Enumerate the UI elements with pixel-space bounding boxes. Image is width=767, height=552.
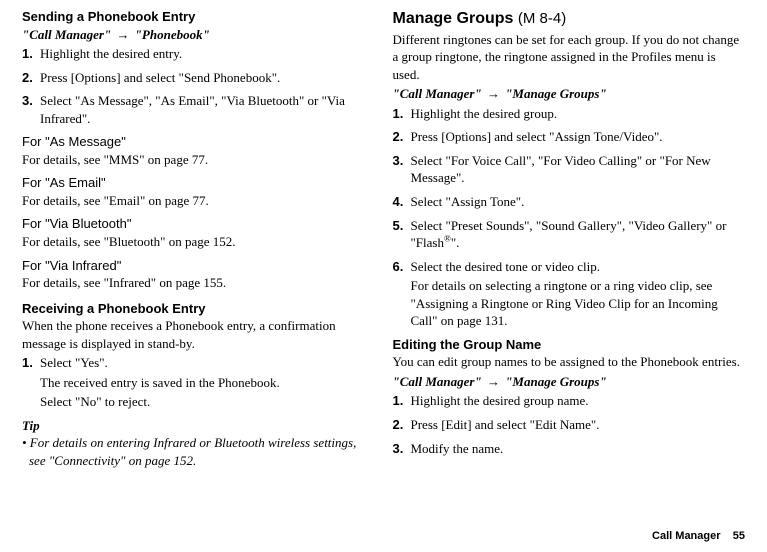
list-item: 5.Select "Preset Sounds", "Sound Gallery… <box>393 217 746 252</box>
list-number: 4. <box>393 193 411 211</box>
list-item: 1.Highlight the desired entry. <box>22 45 375 63</box>
list-text: Select "Yes". The received entry is save… <box>40 354 375 411</box>
subhead-as-email: For "As Email" <box>22 174 375 192</box>
arrow-icon: → <box>482 374 506 389</box>
subhead-via-infrared: For "Via Infrared" <box>22 257 375 275</box>
list-text: Select the desired tone or video clip. F… <box>411 258 746 330</box>
list-item: 3.Select "For Voice Call", "For Video Ca… <box>393 152 746 187</box>
nav-path-manage: "Call Manager" → "Manage Groups" <box>393 85 746 103</box>
list-text-indent: For details on selecting a ringtone or a… <box>411 277 746 330</box>
heading-editing-group: Editing the Group Name <box>393 336 746 354</box>
body-text: For details, see "Infrared" on page 155. <box>22 274 375 292</box>
nav-a: "Call Manager" <box>393 374 482 389</box>
subhead-via-bluetooth: For "Via Bluetooth" <box>22 215 375 233</box>
page-footer: Call Manager 55 <box>652 529 745 544</box>
tip-text: • For details on entering Infrared or Bl… <box>29 434 375 469</box>
list-number: 1. <box>22 45 40 63</box>
list-text-indent: The received entry is saved in the Phone… <box>40 374 375 392</box>
list-text-main: Select the desired tone or video clip. <box>411 259 601 274</box>
list-text: Select "For Voice Call", "For Video Call… <box>411 152 746 187</box>
list-number: 2. <box>393 416 411 434</box>
list-number: 2. <box>393 128 411 146</box>
list-number: 5. <box>393 217 411 235</box>
nav-a: "Call Manager" <box>22 27 111 42</box>
nav-b: "Phonebook" <box>135 27 210 42</box>
list-manage: 1.Highlight the desired group. 2.Press [… <box>393 105 746 330</box>
list-number: 3. <box>22 92 40 110</box>
nav-b: "Manage Groups" <box>505 86 606 101</box>
list-text-indent: Select "No" to reject. <box>40 393 375 411</box>
list-item: 2.Press [Edit] and select "Edit Name". <box>393 416 746 434</box>
list-text: Select "Preset Sounds", "Sound Gallery",… <box>411 217 746 252</box>
body-text: You can edit group names to be assigned … <box>393 353 746 371</box>
list-item: 3.Modify the name. <box>393 440 746 458</box>
list-item: 2.Press [Options] and select "Send Phone… <box>22 69 375 87</box>
arrow-icon: → <box>482 86 506 101</box>
list-text: Press [Edit] and select "Edit Name". <box>411 416 746 434</box>
list-text: Modify the name. <box>411 440 746 458</box>
list-number: 2. <box>22 69 40 87</box>
subhead-as-message: For "As Message" <box>22 133 375 151</box>
nav-b: "Manage Groups" <box>505 374 606 389</box>
list-text: Press [Options] and select "Send Phonebo… <box>40 69 375 87</box>
list-text: Press [Options] and select "Assign Tone/… <box>411 128 746 146</box>
nav-path-sending: "Call Manager" → "Phonebook" <box>22 26 375 44</box>
footer-label: Call Manager <box>652 530 720 542</box>
list-sending: 1.Highlight the desired entry. 2.Press [… <box>22 45 375 127</box>
body-text: For details, see "MMS" on page 77. <box>22 151 375 169</box>
list-item: 1. Select "Yes". The received entry is s… <box>22 354 375 411</box>
body-text: For details, see "Bluetooth" on page 152… <box>22 233 375 251</box>
list-number: 3. <box>393 152 411 170</box>
nav-path-edit: "Call Manager" → "Manage Groups" <box>393 373 746 391</box>
list-item: 6. Select the desired tone or video clip… <box>393 258 746 330</box>
list-text: Select "As Message", "As Email", "Via Bl… <box>40 92 375 127</box>
tip-label: Tip <box>22 417 375 435</box>
list-receiving: 1. Select "Yes". The received entry is s… <box>22 354 375 411</box>
list-item: 2.Press [Options] and select "Assign Ton… <box>393 128 746 146</box>
text-post: ". <box>451 235 460 250</box>
list-text: Highlight the desired group. <box>411 105 746 123</box>
list-text-main: Select "Yes". <box>40 355 108 370</box>
nav-a: "Call Manager" <box>393 86 482 101</box>
list-number: 1. <box>393 392 411 410</box>
list-text: Select "Assign Tone". <box>411 193 746 211</box>
footer-page: 55 <box>733 530 745 542</box>
heading-sending: Sending a Phonebook Entry <box>22 8 375 26</box>
list-text: Highlight the desired group name. <box>411 392 746 410</box>
heading-code: (M 8-4) <box>518 10 566 27</box>
right-column: Manage Groups (M 8-4) Different ringtone… <box>393 6 746 470</box>
list-number: 1. <box>22 354 40 372</box>
heading-text: Manage Groups <box>393 10 514 27</box>
superscript: ® <box>444 234 451 244</box>
list-item: 4.Select "Assign Tone". <box>393 193 746 211</box>
arrow-icon: → <box>111 27 135 42</box>
list-item: 1.Highlight the desired group. <box>393 105 746 123</box>
body-text: For details, see "Email" on page 77. <box>22 192 375 210</box>
list-item: 3.Select "As Message", "As Email", "Via … <box>22 92 375 127</box>
list-number: 3. <box>393 440 411 458</box>
body-text: Different ringtones can be set for each … <box>393 31 746 84</box>
heading-manage-groups: Manage Groups (M 8-4) <box>393 8 746 30</box>
list-edit: 1.Highlight the desired group name. 2.Pr… <box>393 392 746 457</box>
left-column: Sending a Phonebook Entry "Call Manager"… <box>22 6 375 470</box>
heading-receiving: Receiving a Phonebook Entry <box>22 300 375 318</box>
list-number: 6. <box>393 258 411 276</box>
list-item: 1.Highlight the desired group name. <box>393 392 746 410</box>
body-text: When the phone receives a Phonebook entr… <box>22 317 375 352</box>
list-text: Highlight the desired entry. <box>40 45 375 63</box>
list-number: 1. <box>393 105 411 123</box>
